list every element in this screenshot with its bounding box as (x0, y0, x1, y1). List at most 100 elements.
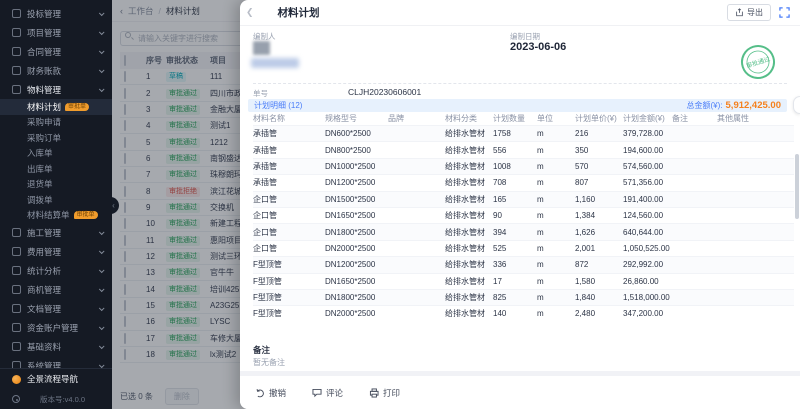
material-cell: 1,050,525.00 (623, 244, 672, 253)
material-cell: DN1000*2500 (325, 162, 388, 171)
gear-icon[interactable] (12, 395, 20, 403)
material-cell: 708 (493, 178, 537, 187)
business-icon (12, 285, 21, 294)
material-cell: 394 (493, 228, 537, 237)
material-row: F型顶管DN2000*2500给排水管材140m2,480347,200.00 (253, 305, 794, 321)
sidebar-subitem[interactable]: 调拨单 (0, 192, 112, 208)
sidebar-subitem[interactable]: 材料结算单审批单 (0, 208, 112, 224)
sidebar-subitem-label: 采购申请 (27, 116, 61, 128)
sidebar-item-label: 合同管理 (27, 46, 61, 58)
material-cell: 给排水管材 (445, 128, 493, 139)
sidebar-item-base[interactable]: 基础资料 (0, 337, 112, 356)
material-cell: DN800*2500 (325, 146, 388, 155)
material-cell: 企口管 (253, 210, 325, 221)
material-cell: DN2000*2500 (325, 309, 388, 318)
sidebar-item-bid[interactable]: 投标管理 (0, 4, 112, 23)
sidebar-item-stats[interactable]: 统计分析 (0, 261, 112, 280)
material-cell: 给排水管材 (445, 276, 493, 287)
app-window: 投标管理项目管理合同管理财务账款物料管理材料计划审批单采购申请采购订单入库单出库… (0, 0, 800, 409)
panorama-nav-item[interactable]: 全景流程导航 (0, 369, 112, 389)
undo-icon (255, 388, 265, 398)
material-cell: DN1650*2500 (325, 277, 388, 286)
material-row: 企口管DN1650*2500给排水管材90m1,384124,560.00 (253, 207, 794, 223)
material-row: 承插管DN1000*2500给排水管材1008m570574,560.00 (253, 158, 794, 174)
drawer-resize-handle[interactable] (793, 96, 800, 114)
chevron-down-icon (99, 343, 105, 349)
material-table: 材料名称规格型号品牌材料分类计划数量单位计划单价(¥)计划金额(¥)备注其他属性… (253, 112, 794, 322)
material-cell: 216 (575, 129, 623, 138)
sidebar-item-finance[interactable]: 财务账款 (0, 61, 112, 80)
material-row: F型顶管DN1800*2500给排水管材825m1,8401,518,000.0… (253, 289, 794, 305)
material-cell: 525 (493, 244, 537, 253)
detail-count-label: 计划明细 (12) (254, 100, 302, 111)
material-plan-drawer: ❮ 材料计划 导出 编制人 编制日期 2023-06-06 (240, 0, 800, 409)
material-cell: m (537, 162, 575, 171)
sidebar-subitem[interactable]: 采购申请 (0, 115, 112, 131)
material-row: F型顶管DN1650*2500给排水管材17m1,58026,860.00 (253, 273, 794, 289)
approval-badge: 审批单 (74, 211, 98, 219)
drawer-title: 材料计划 (278, 5, 320, 20)
sidebar-item-material[interactable]: 物料管理 (0, 80, 112, 99)
material-cell: 承插管 (253, 145, 325, 156)
sidebar-subitem-label: 材料计划 (27, 101, 61, 113)
material-cell: 26,860.00 (623, 277, 672, 286)
detail-summary-bar: 计划明细 (12) 总金额(¥): 5,912,425.00 (248, 99, 787, 112)
funds-icon (12, 323, 21, 332)
sidebar-subitem[interactable]: 采购订单 (0, 130, 112, 146)
sidebar-item-project[interactable]: 项目管理 (0, 23, 112, 42)
sidebar-subitem-label: 调拨单 (27, 194, 53, 206)
expand-icon (779, 7, 790, 18)
material-cell: 1008 (493, 162, 537, 171)
drawer-collapse-icon[interactable]: ❮ (246, 7, 254, 18)
material-cell: F型顶管 (253, 276, 325, 287)
export-button[interactable]: 导出 (727, 4, 771, 21)
material-col-header: 材料名称 (253, 113, 325, 124)
sidebar-subitem[interactable]: 材料计划审批单 (0, 99, 112, 115)
comment-icon (312, 388, 322, 398)
chevron-down-icon (99, 305, 105, 311)
sidebar-subitem-label: 采购订单 (27, 132, 61, 144)
panorama-label: 全景流程导航 (27, 373, 78, 385)
sidebar-item-label: 文档管理 (27, 303, 61, 315)
sidebar: 投标管理项目管理合同管理财务账款物料管理材料计划审批单采购申请采购订单入库单出库… (0, 0, 112, 409)
material-cell: 825 (493, 293, 537, 302)
material-cell: DN1200*2500 (325, 260, 388, 269)
material-cell: m (537, 228, 575, 237)
comment-button[interactable]: 评论 (312, 387, 343, 399)
material-col-header: 材料分类 (445, 113, 493, 124)
sidebar-item-docs[interactable]: 文档管理 (0, 299, 112, 318)
sidebar-item-system[interactable]: 系统管理 (0, 356, 112, 368)
footer-button-label: 评论 (326, 387, 343, 399)
drawer-footer: 撤销 评论 打印 (240, 376, 800, 409)
finance-icon (12, 66, 21, 75)
order-no-label: 单号 (253, 88, 268, 99)
print-button[interactable]: 打印 (369, 387, 400, 399)
material-cell: 给排水管材 (445, 227, 493, 238)
drawer-scrollbar[interactable] (795, 154, 799, 219)
sidebar-subitem[interactable]: 出库单 (0, 161, 112, 177)
material-col-header: 单位 (537, 113, 575, 124)
material-col-header: 计划金额(¥) (623, 113, 672, 124)
sidebar-item-business[interactable]: 商机管理 (0, 280, 112, 299)
sidebar-item-expense[interactable]: 费用管理 (0, 242, 112, 261)
sidebar-item-funds[interactable]: 资金账户管理 (0, 318, 112, 337)
sidebar-item-contract[interactable]: 合同管理 (0, 42, 112, 61)
material-cell: 给排水管材 (445, 292, 493, 303)
sidebar-subitem[interactable]: 退货单 (0, 177, 112, 193)
construction-icon (12, 228, 21, 237)
material-cell: 1,840 (575, 293, 623, 302)
material-cell: m (537, 309, 575, 318)
fullscreen-button[interactable] (779, 7, 790, 18)
sidebar-item-construction[interactable]: 施工管理 (0, 223, 112, 242)
material-row: 承插管DN600*2500给排水管材1758m216379,728.00 (253, 125, 794, 141)
remark-label: 备注 (253, 344, 270, 356)
material-cell: m (537, 195, 575, 204)
material-row: 承插管DN1200*2500给排水管材708m807571,356.00 (253, 174, 794, 190)
revoke-button[interactable]: 撤销 (255, 387, 286, 399)
export-label: 导出 (747, 7, 763, 18)
chevron-down-icon (99, 229, 105, 235)
material-cell: m (537, 211, 575, 220)
chevron-down-icon (99, 286, 105, 292)
material-row: 企口管DN2000*2500给排水管材525m2,0011,050,525.00 (253, 240, 794, 256)
sidebar-subitem[interactable]: 入库单 (0, 146, 112, 162)
